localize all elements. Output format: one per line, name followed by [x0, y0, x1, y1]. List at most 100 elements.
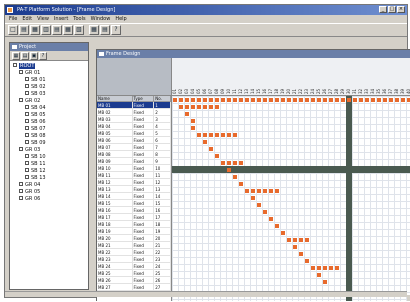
matrix-mark[interactable] [317, 266, 321, 270]
matrix-mark[interactable] [233, 175, 237, 179]
matrix-mark[interactable] [263, 98, 267, 102]
tree-panel-caption[interactable]: Project [10, 43, 88, 51]
matrix-mark[interactable] [251, 196, 255, 200]
matrix-mark[interactable] [263, 210, 267, 214]
matrix-mark[interactable] [215, 133, 219, 137]
expand-toggle-icon[interactable] [25, 119, 29, 123]
matrix-mark[interactable] [239, 98, 243, 102]
matrix-mark[interactable] [353, 98, 357, 102]
menu-item-file[interactable]: File [9, 16, 17, 22]
matrix-mark[interactable] [359, 98, 363, 102]
toolbar-button-10[interactable]: ? [111, 25, 121, 35]
matrix-mark[interactable] [323, 280, 327, 284]
matrix-mark[interactable] [329, 266, 333, 270]
matrix-mark[interactable] [395, 98, 399, 102]
matrix-mark[interactable] [203, 133, 207, 137]
table-row[interactable]: MB 03 Fixed 3 [97, 116, 171, 123]
matrix-mark[interactable] [335, 98, 339, 102]
table-row[interactable]: MB 02 Fixed 2 [97, 109, 171, 116]
expand-toggle-icon[interactable] [25, 91, 29, 95]
matrix-mark[interactable] [215, 105, 219, 109]
column-header[interactable]: 40 [406, 60, 410, 94]
matrix-mark[interactable] [191, 119, 195, 123]
toolbar-button-2[interactable]: ▦ [30, 25, 40, 35]
expand-toggle-icon[interactable] [25, 112, 29, 116]
tree-item[interactable]: GR 05 [10, 189, 88, 196]
tree-tool-button-1[interactable]: ▤ [21, 52, 29, 60]
tree-item[interactable]: SB 10 [10, 154, 88, 161]
matrix-mark[interactable] [233, 161, 237, 165]
matrix-mark[interactable] [233, 133, 237, 137]
minimize-button[interactable]: _ [379, 6, 387, 13]
expand-toggle-icon[interactable] [19, 70, 23, 74]
table-row[interactable]: MB 05 Fixed 5 [97, 130, 171, 137]
matrix-mark[interactable] [389, 98, 393, 102]
expand-toggle-icon[interactable] [25, 175, 29, 179]
table-row[interactable]: MB 12 Fixed 12 [97, 179, 171, 186]
matrix-mark[interactable] [173, 98, 177, 102]
matrix-mark[interactable] [281, 231, 285, 235]
matrix-mark[interactable] [365, 98, 369, 102]
table-row[interactable]: MB 10 Fixed 10 [97, 165, 171, 172]
table-row[interactable]: MB 06 Fixed 6 [97, 137, 171, 144]
matrix-mark[interactable] [215, 154, 219, 158]
header-name[interactable]: Name [97, 96, 133, 101]
table-row[interactable]: MB 09 Fixed 9 [97, 158, 171, 165]
expand-toggle-icon[interactable] [25, 161, 29, 165]
table-row[interactable]: MB 19 Fixed 19 [97, 228, 171, 235]
matrix-mark[interactable] [317, 273, 321, 277]
matrix-mark[interactable] [311, 98, 315, 102]
matrix-mark[interactable] [311, 266, 315, 270]
table-row[interactable]: MB 01 Fixed 1 [97, 102, 171, 109]
table-row[interactable]: MB 08 Fixed 8 [97, 151, 171, 158]
matrix-mark[interactable] [293, 98, 297, 102]
matrix-mark[interactable] [329, 98, 333, 102]
matrix-mark[interactable] [239, 161, 243, 165]
matrix-mark[interactable] [305, 259, 309, 263]
matrix-mark[interactable] [245, 98, 249, 102]
toolbar-button-1[interactable]: ▤ [19, 25, 29, 35]
expand-toggle-icon[interactable] [19, 98, 23, 102]
matrix-mark[interactable] [191, 126, 195, 130]
matrix-mark[interactable] [191, 98, 195, 102]
matrix-mark[interactable] [251, 189, 255, 193]
tree-item[interactable]: SB 02 [10, 84, 88, 91]
matrix-mark[interactable] [233, 98, 237, 102]
tree-item[interactable]: GR 02 [10, 98, 88, 105]
dependency-matrix[interactable] [172, 96, 410, 301]
matrix-mark[interactable] [197, 98, 201, 102]
tree-item[interactable]: SB 05 [10, 112, 88, 119]
table-row[interactable]: MB 11 Fixed 11 [97, 172, 171, 179]
matrix-mark[interactable] [227, 98, 231, 102]
tree-item[interactable]: SB 03 [10, 91, 88, 98]
tree-item[interactable]: ROOT [10, 63, 88, 70]
matrix-mark[interactable] [191, 105, 195, 109]
matrix-mark[interactable] [197, 133, 201, 137]
tree-item[interactable]: SB 08 [10, 133, 88, 140]
expand-toggle-icon[interactable] [13, 63, 17, 67]
matrix-mark[interactable] [209, 98, 213, 102]
header-type[interactable]: Type [133, 96, 155, 101]
table-row[interactable]: MB 26 Fixed 26 [97, 277, 171, 284]
matrix-mark[interactable] [275, 224, 279, 228]
matrix-mark[interactable] [227, 161, 231, 165]
title-bar[interactable]: PA-T Platform Solution - [Frame Design] … [5, 5, 407, 15]
tree-item[interactable]: GR 06 [10, 196, 88, 203]
matrix-mark[interactable] [221, 98, 225, 102]
toolbar-button-5[interactable]: ▦ [63, 25, 73, 35]
table-row[interactable]: MB 13 Fixed 13 [97, 186, 171, 193]
matrix-mark[interactable] [185, 98, 189, 102]
toolbar-button-0[interactable]: □ [8, 25, 18, 35]
table-row[interactable]: MB 18 Fixed 18 [97, 221, 171, 228]
matrix-mark[interactable] [221, 133, 225, 137]
expand-toggle-icon[interactable] [25, 168, 29, 172]
matrix-mark[interactable] [215, 98, 219, 102]
matrix-mark[interactable] [203, 140, 207, 144]
matrix-mark[interactable] [323, 266, 327, 270]
matrix-mark[interactable] [203, 105, 207, 109]
expand-toggle-icon[interactable] [25, 133, 29, 137]
toolbar-button-4[interactable]: ▤ [52, 25, 62, 35]
table-row[interactable]: MB 16 Fixed 16 [97, 207, 171, 214]
tree-item[interactable]: SB 04 [10, 105, 88, 112]
matrix-mark[interactable] [299, 238, 303, 242]
